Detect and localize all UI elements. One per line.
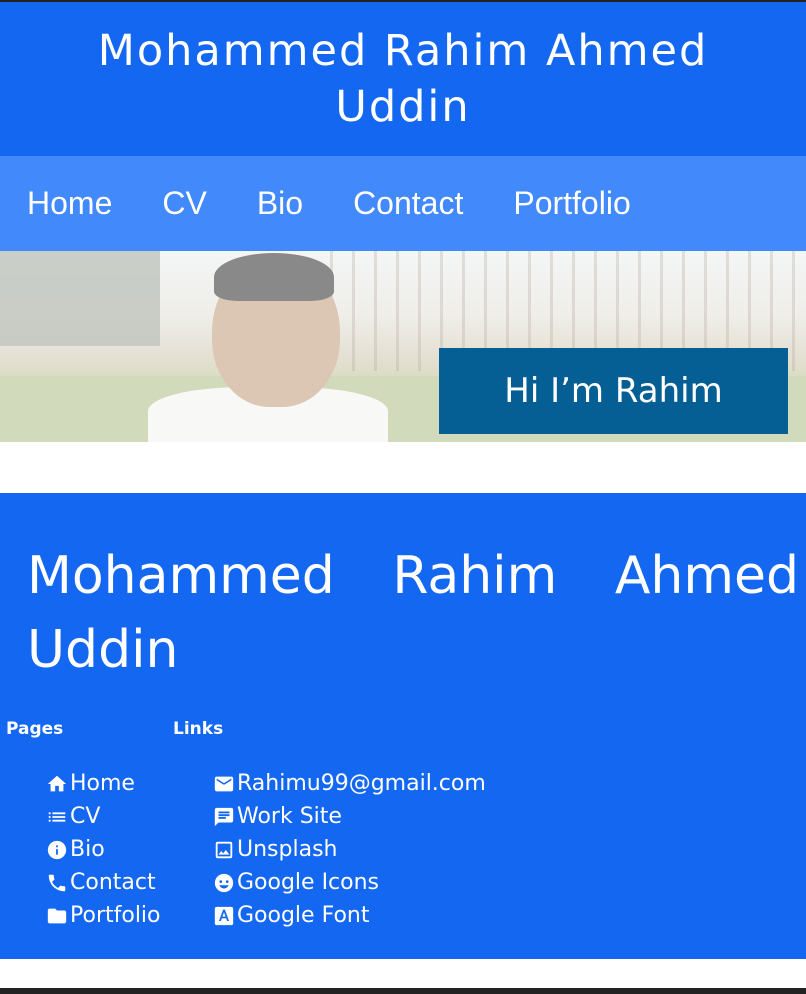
hero-banner: Hi I’m Rahim (0, 251, 806, 442)
footer-link-google-font[interactable]: Google Font (237, 903, 369, 928)
font-icon (213, 905, 235, 927)
list-item: Home (46, 767, 161, 800)
list-item: Work Site (213, 800, 486, 833)
info-icon (46, 839, 68, 861)
nav-home[interactable]: Home (27, 185, 112, 222)
list-item: Unsplash (213, 833, 486, 866)
home-icon (46, 773, 68, 795)
window-border-bottom (0, 988, 806, 994)
list-item: Google Icons (213, 866, 486, 899)
links-heading: Links (173, 719, 224, 739)
list-item: CV (46, 800, 161, 833)
main-nav: Home CV Bio Contact Portfolio (0, 156, 806, 251)
site-footer: Mohammed Rahim Ahmed Uddin Pages Links H… (0, 493, 806, 959)
footer-link-home[interactable]: Home (70, 771, 135, 796)
pages-heading: Pages (6, 719, 64, 739)
footer-link-portfolio[interactable]: Portfolio (70, 903, 161, 928)
footer-link-contact[interactable]: Contact (70, 870, 156, 895)
nav-contact[interactable]: Contact (353, 185, 463, 222)
nav-portfolio[interactable]: Portfolio (513, 185, 630, 222)
list-item: Contact (46, 866, 161, 899)
face-icon (213, 872, 235, 894)
hero-greeting: Hi I’m Rahim (439, 348, 788, 434)
list-item: Rahimu99@gmail.com (213, 767, 486, 800)
footer-link-email[interactable]: Rahimu99@gmail.com (237, 771, 486, 796)
footer-link-unsplash[interactable]: Unsplash (237, 837, 337, 862)
list-item: Google Font (213, 899, 486, 932)
footer-link-google-icons[interactable]: Google Icons (237, 870, 379, 895)
chat-icon (213, 806, 235, 828)
footer-link-bio[interactable]: Bio (70, 837, 105, 862)
site-title: Mohammed Rahim Ahmed Uddin (97, 26, 709, 132)
mail-icon (213, 773, 235, 795)
image-icon (213, 839, 235, 861)
footer-link-cv[interactable]: CV (70, 804, 100, 829)
folder-icon (46, 905, 68, 927)
nav-cv[interactable]: CV (162, 185, 206, 222)
phone-icon (46, 872, 68, 894)
site-header: Mohammed Rahim Ahmed Uddin (0, 2, 806, 156)
list-icon (46, 806, 68, 828)
footer-link-work-site[interactable]: Work Site (237, 804, 342, 829)
nav-bio[interactable]: Bio (257, 185, 303, 222)
footer-name: Mohammed Rahim Ahmed Uddin (27, 546, 799, 680)
list-item: Portfolio (46, 899, 161, 932)
list-item: Bio (46, 833, 161, 866)
pages-list: Home CV Bio Contact Portfolio (46, 767, 161, 932)
links-list: Rahimu99@gmail.com Work Site Unsplash Go… (213, 767, 486, 932)
